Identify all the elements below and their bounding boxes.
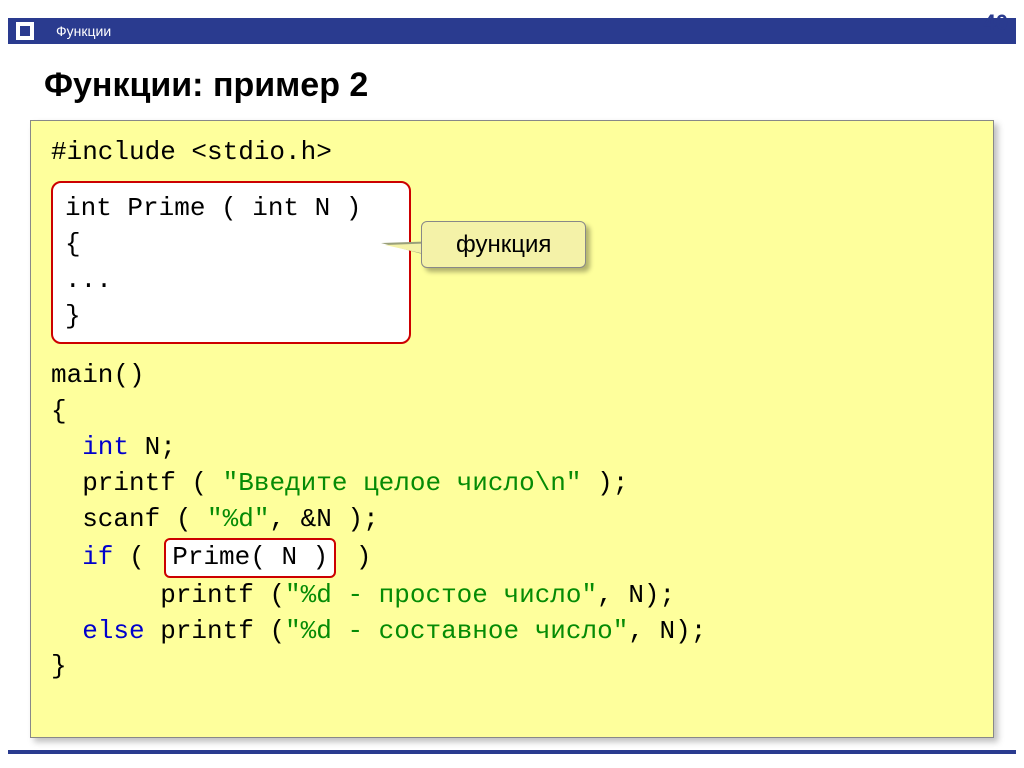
code-main-1: main() [51,358,973,394]
slide-title: Функции: пример 2 [44,66,368,105]
code-main-8: else printf ("%d - составное число", N); [51,614,973,650]
callout-wrap: функция [421,221,586,268]
code-main-9: } [51,649,973,685]
footer-rule [8,750,1016,754]
page-number: 40 [984,10,1008,36]
code-main-6: if ( Prime( N ) ) [51,538,973,578]
prime-call-box: Prime( N ) [164,538,336,578]
code-main-4: printf ( "Введите целое число\n" ); [51,466,973,502]
function-definition-box: int Prime ( int N ) { ... } [51,181,411,345]
code-main-3: int N; [51,430,973,466]
code-main-5: scanf ( "%d", &N ); [51,502,973,538]
fn-line-1: int Prime ( int N ) [65,191,397,227]
header-bar: Функции [8,18,1016,44]
fn-line-4: } [65,299,397,335]
fn-line-3: ... [65,263,397,299]
fn-line-2: { [65,227,397,263]
code-panel: #include <stdio.h> int Prime ( int N ) {… [30,120,994,738]
callout-label: функция [421,221,586,268]
code-main-2: { [51,394,973,430]
code-main-7: printf ("%d - простое число", N); [51,578,973,614]
header-bullet-icon [8,18,42,44]
code-include: #include <stdio.h> [51,135,973,171]
breadcrumb: Функции [42,23,111,39]
